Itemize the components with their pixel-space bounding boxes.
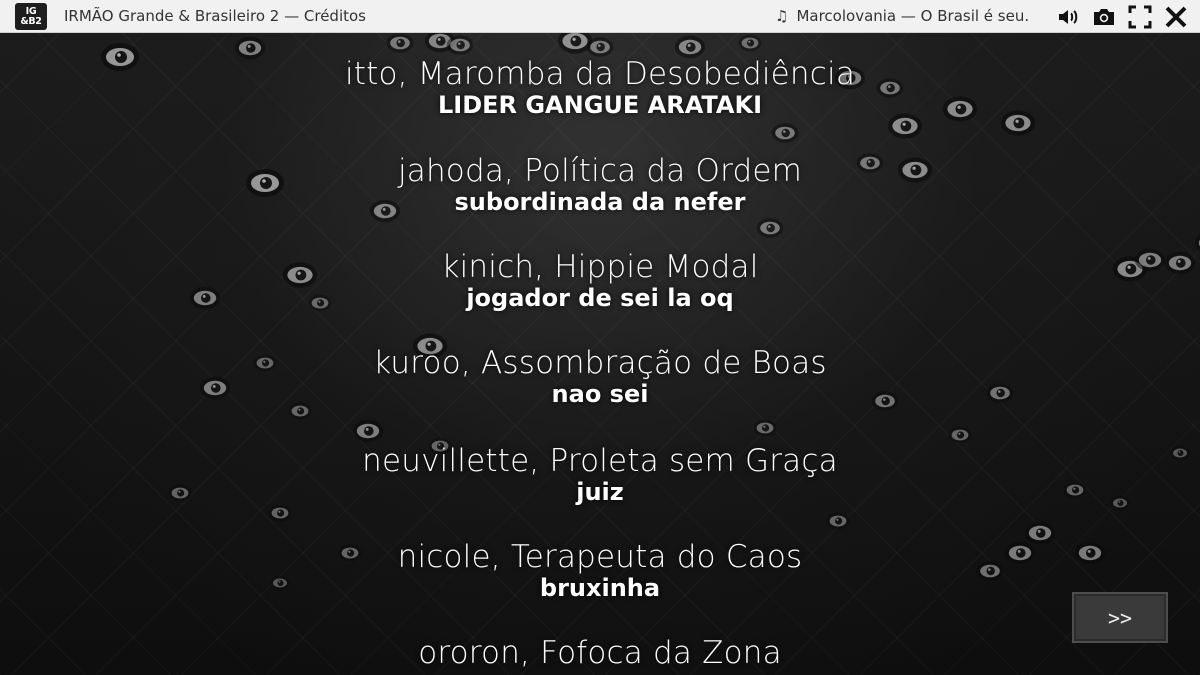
- credit-role: subordinada da nefer: [454, 188, 746, 216]
- eye-icon: [557, 33, 593, 54]
- now-playing-text: Marcolovania — O Brasil é seu...: [796, 7, 1030, 25]
- eye-icon: [674, 35, 706, 59]
- window-title: IRMÃO Grande & Brasileiro 2 — Créditos: [64, 7, 366, 25]
- credit-name: neuvillette, Proleta sem Graça: [362, 443, 838, 479]
- credit-entry: nicole, Terapeuta do Caos bruxinha: [0, 539, 1200, 602]
- credit-entry: itto, Maromba da Desobediência LIDER GANG…: [0, 56, 1200, 119]
- credit-name: nicole, Terapeuta do Caos: [397, 539, 803, 575]
- credit-name: jahoda, Política da Ordem: [397, 153, 803, 189]
- credit-role: juiz: [576, 478, 624, 506]
- eye-icon: [352, 419, 384, 443]
- credit-role: LIDER GANGUE ARATAKI: [437, 91, 763, 119]
- logo-line-2: &B2: [20, 15, 42, 27]
- eye-icon: [386, 33, 414, 53]
- credit-role: jogador de sei la oq: [466, 284, 734, 312]
- eye-icon: [948, 426, 972, 444]
- close-icon[interactable]: [1164, 5, 1188, 29]
- eye-icon: [586, 37, 614, 57]
- eye-icon: [446, 35, 474, 55]
- credit-entry: kinich, Hippie Modal jogador de sei la oq: [0, 249, 1200, 312]
- credit-name: kinich, Hippie Modal: [441, 249, 759, 285]
- credit-role: bruxinha: [539, 574, 661, 602]
- credit-name: kuroo, Assombração de Boas: [373, 345, 827, 381]
- eye-icon: [771, 123, 799, 143]
- credit-entry: jahoda, Política da Ordem subordinada da …: [0, 153, 1200, 216]
- title-bar: IG &B2 IRMÃO Grande & Brasileiro 2 — Cré…: [0, 0, 1200, 33]
- eye-icon: [756, 218, 784, 238]
- eye-icon: [738, 34, 762, 52]
- logo-line-1: IG: [25, 5, 37, 17]
- credit-name: itto, Maromba da Desobediência: [344, 56, 856, 92]
- fullscreen-icon[interactable]: [1128, 5, 1152, 29]
- credit-role: nao sei: [551, 380, 649, 408]
- credit-entry: neuvillette, Proleta sem Graça juiz: [0, 443, 1200, 506]
- now-playing: ♫ Marcolovania — O Brasil é seu...: [775, 7, 1030, 25]
- skip-button[interactable]: >>: [1072, 592, 1168, 643]
- eye-icon: [826, 512, 850, 530]
- credits-screen: itto, Maromba da Desobediência LIDER GANG…: [0, 33, 1200, 675]
- credit-name: ororon, Fofoca da Zona: [418, 635, 782, 671]
- eye-icon: [753, 419, 777, 437]
- credit-entry: kuroo, Assombração de Boas nao sei: [0, 345, 1200, 408]
- music-note-icon: ♫: [775, 7, 789, 25]
- eye-icon: [268, 504, 292, 522]
- camera-icon[interactable]: [1092, 5, 1116, 29]
- game-logo: IG &B2: [15, 3, 47, 30]
- credit-entry: ororon, Fofoca da Zona: [0, 635, 1200, 671]
- speaker-icon[interactable]: [1056, 5, 1080, 29]
